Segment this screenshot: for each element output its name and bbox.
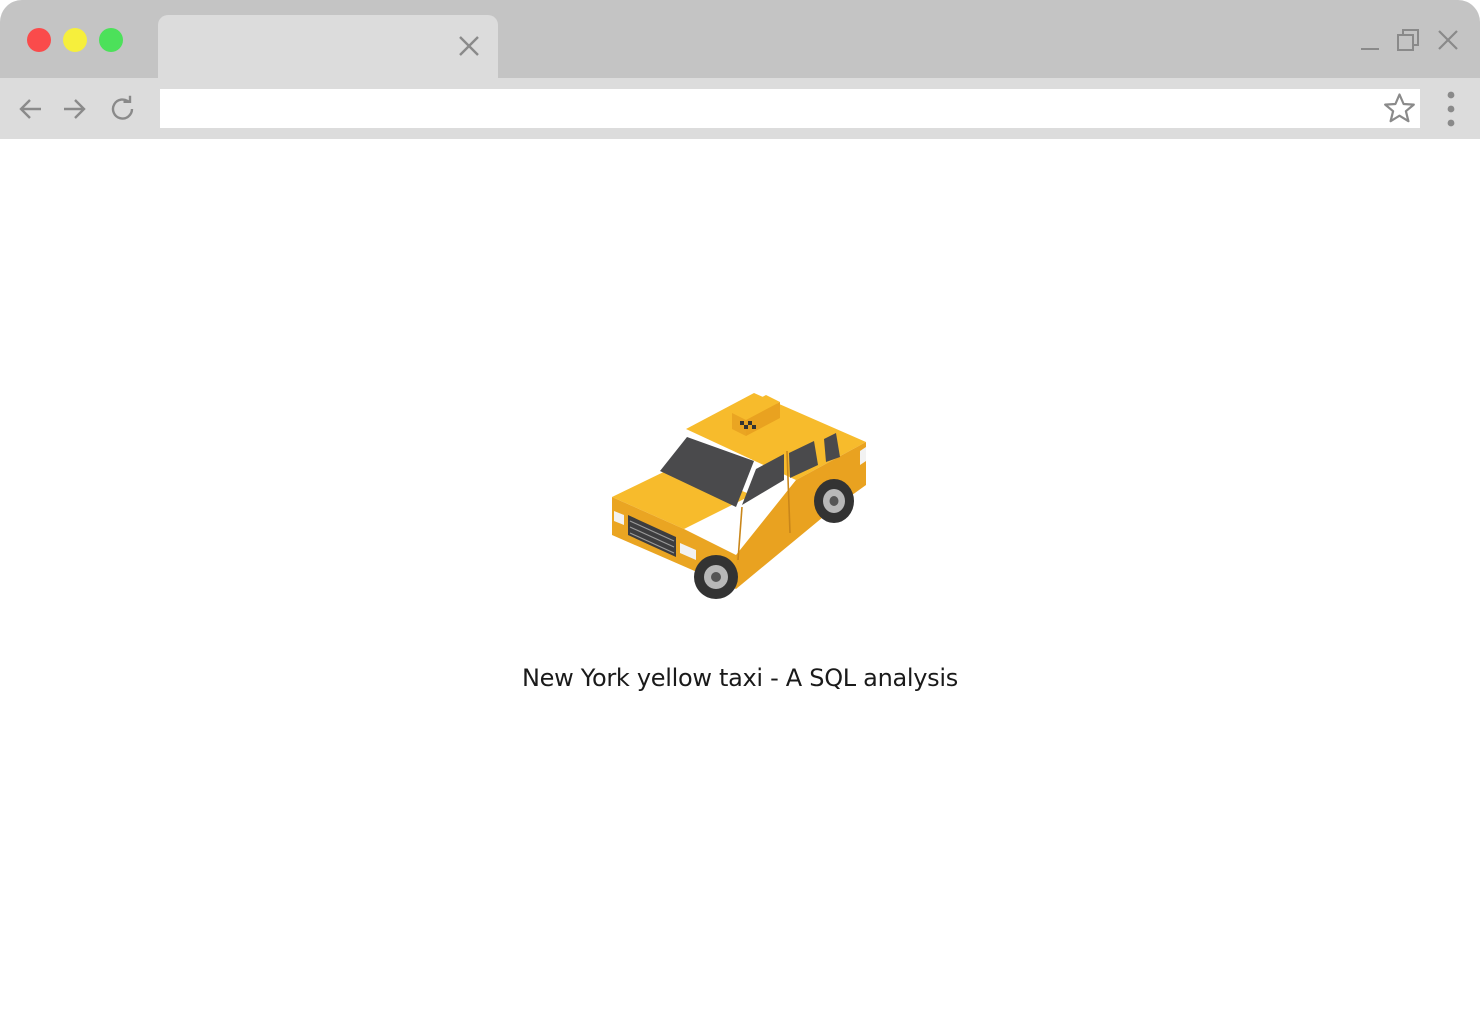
zoom-window-dot[interactable]: [99, 28, 123, 52]
reload-icon[interactable]: [108, 94, 138, 124]
close-icon[interactable]: [456, 33, 482, 59]
close-window-dot[interactable]: [27, 28, 51, 52]
browser-tab[interactable]: [158, 15, 498, 78]
page-content: New York yellow taxi - A SQL analysis: [0, 139, 1480, 1029]
close-icon[interactable]: [1434, 26, 1462, 54]
minimize-icon[interactable]: [1356, 26, 1384, 54]
restore-icon[interactable]: [1394, 26, 1422, 54]
browser-window: New York yellow taxi - A SQL analysis: [0, 0, 1480, 1029]
arrow-left-icon[interactable]: [16, 94, 46, 124]
navigation-toolbar: [0, 78, 1480, 139]
title-bar: [0, 0, 1480, 78]
taxi-illustration: [612, 393, 866, 599]
minimize-window-dot[interactable]: [63, 28, 87, 52]
arrow-right-icon[interactable]: [59, 94, 89, 124]
star-icon[interactable]: [1383, 92, 1416, 125]
address-bar[interactable]: [160, 89, 1420, 128]
page-caption: New York yellow taxi - A SQL analysis: [522, 664, 958, 692]
vertical-dots-icon[interactable]: [1440, 90, 1462, 128]
